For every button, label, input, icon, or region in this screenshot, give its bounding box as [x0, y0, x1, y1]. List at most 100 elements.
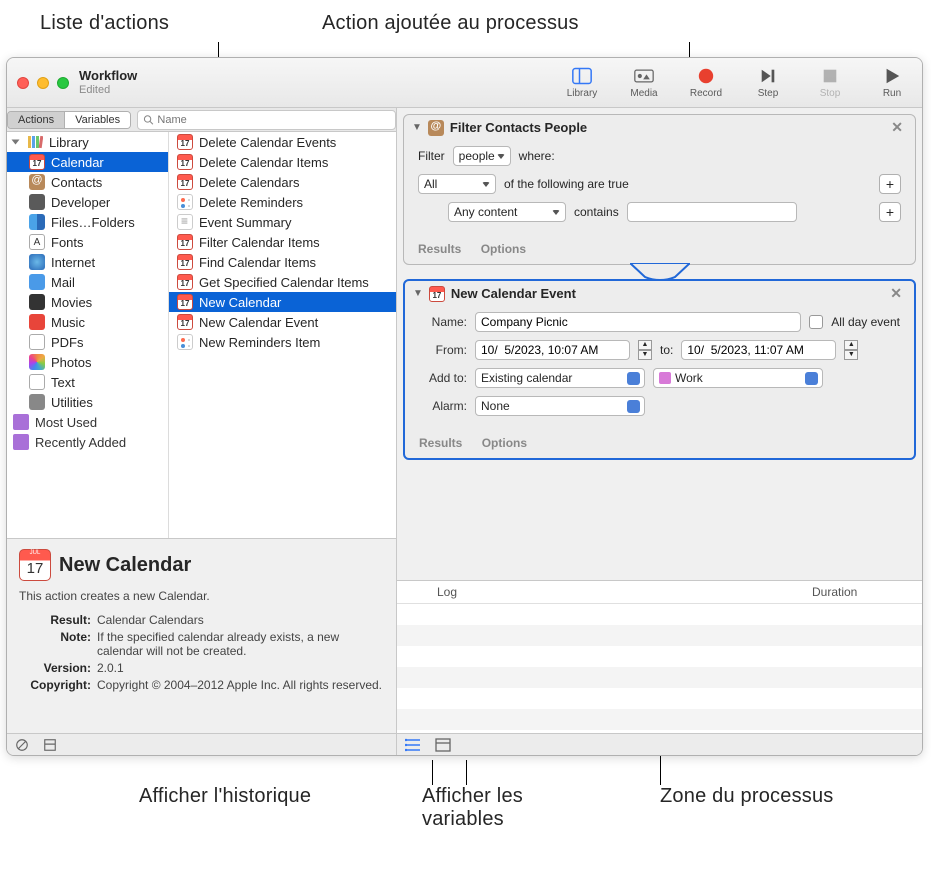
action-filter-contacts[interactable]: ▼ Filter Contacts People ✕ Filter people… — [403, 114, 916, 265]
show-log-icon[interactable] — [405, 738, 421, 752]
add-condition-button[interactable]: + — [879, 174, 901, 194]
remove-action-button[interactable]: ✕ — [886, 285, 906, 302]
info-title: New Calendar — [59, 554, 191, 577]
addto-label: Add to: — [419, 371, 467, 385]
action-label: Event Summary — [199, 215, 291, 230]
action-item[interactable]: New Calendar Event — [169, 312, 396, 332]
sidebar-icon — [572, 67, 592, 85]
minimize-button[interactable] — [37, 77, 49, 89]
event-name-input[interactable] — [475, 312, 801, 332]
run-toolbar-button[interactable]: Run — [872, 67, 912, 99]
category-item[interactable]: PDFs — [7, 332, 168, 352]
category-list[interactable]: Library CalendarContactsDeveloperFiles…F… — [7, 132, 169, 538]
remove-action-button[interactable]: ✕ — [887, 119, 907, 136]
addto-popup[interactable]: Existing calendar — [475, 368, 645, 388]
stop-icon — [820, 67, 840, 85]
search-field[interactable] — [137, 110, 396, 130]
category-item[interactable]: Photos — [7, 352, 168, 372]
category-item[interactable]: Developer — [7, 192, 168, 212]
category-item[interactable]: Files…Folders — [7, 212, 168, 232]
finder-icon — [29, 214, 45, 230]
alarm-popup[interactable]: None — [475, 396, 645, 416]
category-item[interactable]: Contacts — [7, 172, 168, 192]
callout-action-list: Liste d'actions — [40, 12, 169, 35]
action-item[interactable]: Delete Calendar Events — [169, 132, 396, 152]
filter-popup[interactable]: people — [453, 146, 511, 166]
segment-bar: Actions Variables — [7, 108, 396, 132]
action-item[interactable]: Delete Calendars — [169, 172, 396, 192]
action-item[interactable]: Delete Calendar Items — [169, 152, 396, 172]
show-variables-icon[interactable] — [435, 738, 451, 752]
action-item[interactable]: Event Summary — [169, 212, 396, 232]
segment-variables[interactable]: Variables — [65, 112, 130, 128]
description-toggle-icon[interactable] — [43, 738, 57, 752]
add-rule-button[interactable]: + — [879, 202, 901, 222]
media-toolbar-button[interactable]: Media — [624, 67, 664, 99]
action-item[interactable]: Delete Reminders — [169, 192, 396, 212]
from-stepper[interactable]: ▲▼ — [638, 340, 652, 360]
action-item[interactable]: Find Calendar Items — [169, 252, 396, 272]
contacts-icon — [29, 174, 45, 190]
log-row — [397, 625, 922, 646]
action-item[interactable]: New Reminders Item — [169, 332, 396, 352]
action-item[interactable]: New Calendar — [169, 292, 396, 312]
options-button[interactable]: Options — [481, 242, 526, 256]
category-item[interactable]: Calendar — [7, 152, 168, 172]
library-root[interactable]: Library — [7, 132, 168, 152]
callout-action-added: Action ajoutée au processus — [322, 12, 579, 35]
category-item[interactable]: AFonts — [7, 232, 168, 252]
info-version: 2.0.1 — [97, 661, 384, 675]
play-icon — [882, 67, 902, 85]
category-item[interactable]: Mail — [7, 272, 168, 292]
duration-column[interactable]: Duration — [812, 585, 922, 599]
music-icon — [29, 314, 45, 330]
results-button[interactable]: Results — [418, 242, 461, 256]
workflow-area[interactable]: ▼ Filter Contacts People ✕ Filter people… — [397, 108, 922, 580]
hide-icon[interactable] — [15, 738, 29, 752]
from-input[interactable] — [475, 340, 630, 360]
stop-toolbar-button[interactable]: Stop — [810, 67, 850, 99]
allday-checkbox[interactable] — [809, 315, 823, 329]
to-input[interactable] — [681, 340, 836, 360]
category-label: PDFs — [51, 335, 84, 350]
results-button[interactable]: Results — [419, 436, 462, 450]
to-label: to: — [660, 343, 673, 357]
to-stepper[interactable]: ▲▼ — [844, 340, 858, 360]
category-item[interactable]: Internet — [7, 252, 168, 272]
log-column[interactable]: Log — [397, 585, 812, 599]
library-toolbar-button[interactable]: Library — [562, 67, 602, 99]
internet-icon — [29, 254, 45, 270]
smart-category-item[interactable]: Recently Added — [7, 432, 168, 452]
contacts-icon — [428, 120, 444, 136]
dev-icon — [29, 194, 45, 210]
category-item[interactable]: Utilities — [7, 392, 168, 412]
smart-category-item[interactable]: Most Used — [7, 412, 168, 432]
action-item[interactable]: Get Specified Calendar Items — [169, 272, 396, 292]
step-icon — [758, 67, 778, 85]
options-button[interactable]: Options — [482, 436, 527, 450]
action-item[interactable]: Filter Calendar Items — [169, 232, 396, 252]
action-list[interactable]: Delete Calendar EventsDelete Calendar It… — [169, 132, 396, 538]
category-item[interactable]: Text — [7, 372, 168, 392]
calendar-popup[interactable]: Work — [653, 368, 823, 388]
maximize-button[interactable] — [57, 77, 69, 89]
step-toolbar-button[interactable]: Step — [748, 67, 788, 99]
category-item[interactable]: Music — [7, 312, 168, 332]
log-row — [397, 604, 922, 625]
record-toolbar-button[interactable]: Record — [686, 67, 726, 99]
close-button[interactable] — [17, 77, 29, 89]
field-popup[interactable]: Any content — [448, 202, 566, 222]
card-title: New Calendar Event — [451, 286, 576, 301]
disclosure-icon[interactable]: ▼ — [412, 122, 422, 133]
left-bottom-bar — [7, 733, 396, 755]
contains-input[interactable] — [627, 202, 797, 222]
library-root-label: Library — [49, 135, 89, 150]
action-new-calendar-event[interactable]: ▼ New Calendar Event ✕ Name: All day eve… — [403, 279, 916, 460]
category-item[interactable]: Movies — [7, 292, 168, 312]
segment-actions[interactable]: Actions — [8, 112, 65, 128]
photos-icon — [29, 354, 45, 370]
search-input[interactable] — [157, 114, 390, 126]
info-result-label: Result: — [19, 613, 91, 627]
condition-all-popup[interactable]: All — [418, 174, 496, 194]
disclosure-icon[interactable]: ▼ — [413, 288, 423, 299]
